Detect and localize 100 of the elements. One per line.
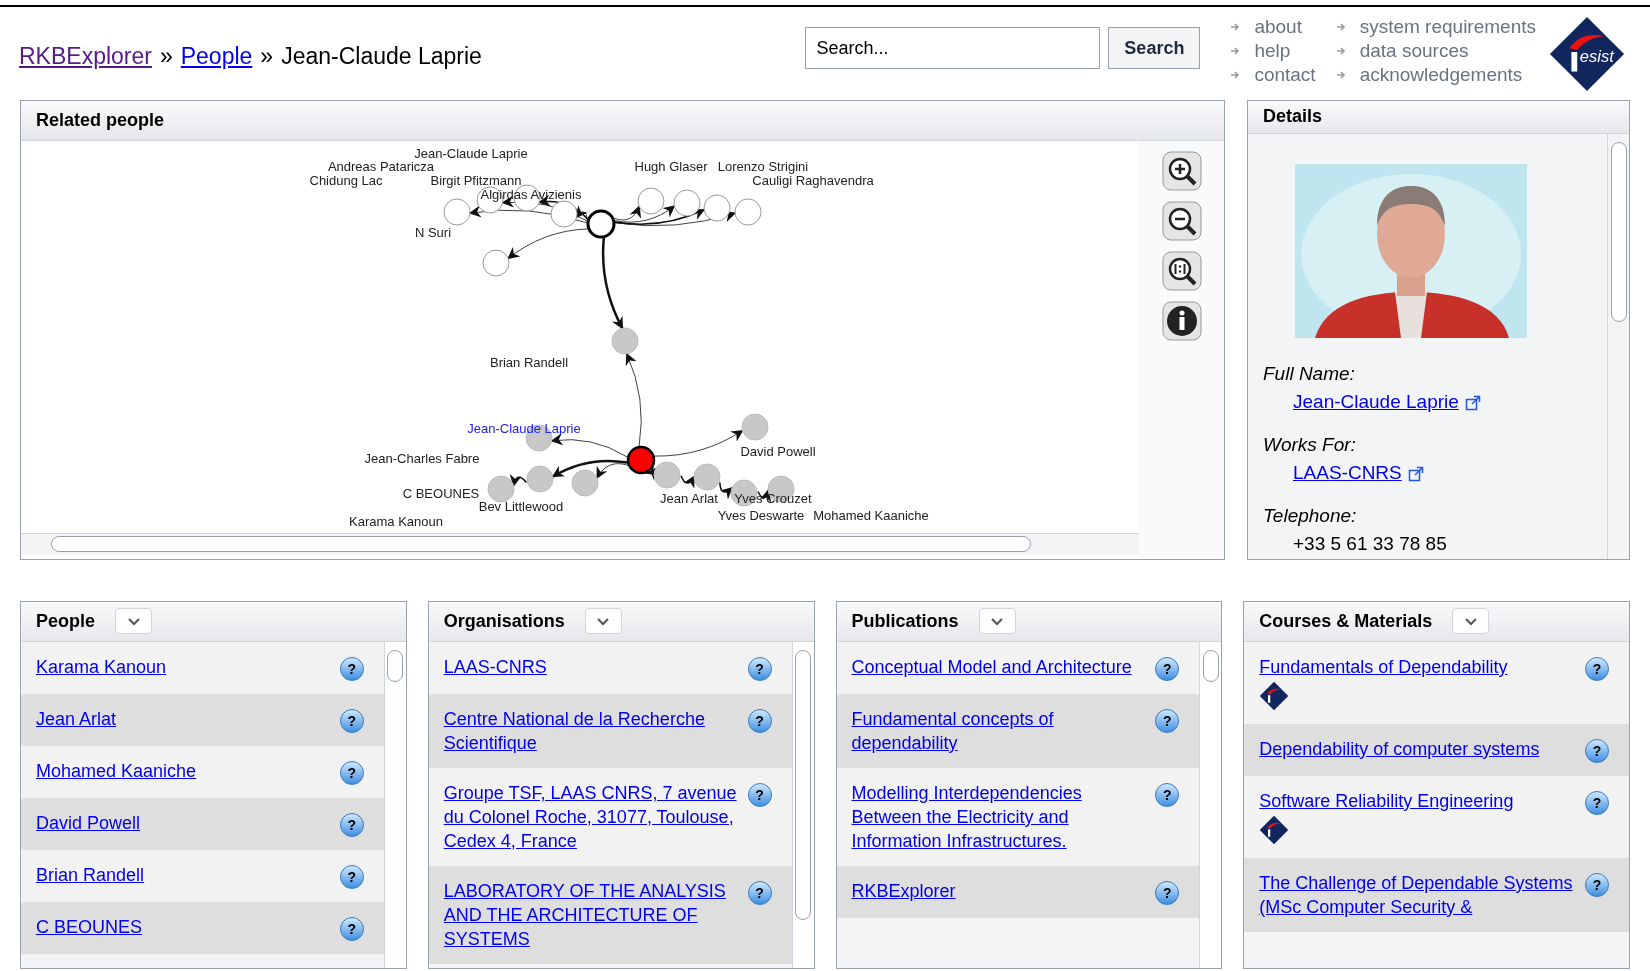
list-row[interactable]: Jean Arlat ?: [21, 693, 384, 746]
help-button[interactable]: ?: [1585, 738, 1609, 763]
help-button[interactable]: ?: [339, 812, 364, 837]
help-button[interactable]: ?: [1155, 880, 1180, 905]
graph-node[interactable]: [703, 194, 731, 222]
zoom-out-icon[interactable]: [1161, 200, 1202, 241]
list-row[interactable]: Karama Kanoun ?: [21, 641, 384, 694]
list-row[interactable]: Groupe TSF, LAAS CNRS, 7 avenue du Colonel Roche, 31077, Toulouse, Cedex 4, France ?: [428, 767, 792, 866]
list-link[interactable]: Karama Kanoun: [36, 654, 340, 679]
list-row[interactable]: Conceptual Model and Architecture ?: [836, 641, 1200, 694]
nav-link[interactable]: system requirements: [1359, 15, 1536, 39]
node-label[interactable]: Bev Littlewood: [478, 498, 564, 514]
node-label[interactable]: Andreas Pataricza: [327, 158, 435, 174]
zoom-in-icon[interactable]: [1161, 150, 1202, 191]
node-label[interactable]: Jean-Claude Laprie: [467, 420, 581, 436]
search-field[interactable]: Search...: [805, 27, 1101, 69]
nav-link[interactable]: help: [1254, 39, 1291, 63]
help-button[interactable]: ?: [1585, 790, 1609, 815]
external-link-icon[interactable]: [1464, 394, 1481, 411]
help-button[interactable]: ?: [747, 656, 772, 681]
list-link[interactable]: Jean Arlat: [36, 706, 340, 731]
list-link[interactable]: LAAS-CNRS: [443, 654, 748, 679]
graph-node[interactable]: [626, 445, 656, 475]
breadcrumb-link[interactable]: RKBExplorer: [19, 39, 152, 74]
graph-node[interactable]: [586, 209, 616, 239]
detail-link[interactable]: LAAS-CNRS: [1293, 459, 1402, 488]
help-button[interactable]: ?: [747, 708, 772, 733]
help-button[interactable]: ?: [339, 916, 364, 941]
help-button[interactable]: ?: [339, 708, 364, 733]
node-label[interactable]: Algirdas Avizienis: [480, 186, 582, 202]
graph-node[interactable]: [637, 187, 665, 215]
list-link[interactable]: Software Reliability Engineering: [1259, 788, 1585, 813]
node-label[interactable]: David Powell: [740, 443, 816, 459]
node-label[interactable]: Jean-Claude Laprie: [414, 145, 528, 161]
vertical-scrollbar[interactable]: [791, 641, 814, 968]
help-button[interactable]: ?: [1155, 656, 1180, 681]
graph-node[interactable]: [550, 200, 578, 228]
external-link-icon[interactable]: [1407, 465, 1424, 482]
vertical-scrollbar[interactable]: [1199, 641, 1222, 968]
node-label[interactable]: Brian Randell: [490, 354, 568, 370]
detail-link[interactable]: Jean-Claude Laprie: [1293, 388, 1459, 417]
graph-node[interactable]: [693, 463, 721, 491]
dropdown-button[interactable]: [978, 608, 1016, 635]
nav-link[interactable]: acknowledgements: [1359, 63, 1523, 87]
breadcrumb-link[interactable]: People: [180, 39, 253, 74]
list-link[interactable]: Mohamed Kaaniche: [36, 758, 340, 783]
help-button[interactable]: ?: [339, 864, 364, 889]
list-link[interactable]: Brian Randell: [36, 862, 340, 887]
vertical-scrollbar[interactable]: [1607, 133, 1629, 559]
node-label[interactable]: Chidung Lac: [309, 172, 383, 188]
dropdown-button[interactable]: [584, 608, 622, 635]
node-label[interactable]: N Suri: [414, 224, 452, 240]
nav-link[interactable]: about: [1254, 15, 1302, 39]
node-label[interactable]: Hugh Glaser: [634, 158, 708, 174]
list-row[interactable]: LAAS-CNRS ?: [428, 641, 792, 694]
help-button[interactable]: ?: [339, 760, 364, 785]
help-button[interactable]: ?: [747, 782, 772, 807]
list-link[interactable]: Dependability of computer systems: [1259, 736, 1585, 761]
info-icon[interactable]: [1161, 300, 1202, 341]
node-label[interactable]: Yves Deswarte: [717, 507, 805, 523]
list-row[interactable]: RKBExplorer ?: [836, 865, 1200, 918]
help-button[interactable]: ?: [1585, 872, 1609, 897]
list-link[interactable]: Groupe TSF, LAAS CNRS, 7 avenue du Colonel Roche, 31077, Toulouse, Cedex 4, France: [443, 780, 748, 853]
help-button[interactable]: ?: [1155, 708, 1180, 733]
list-row[interactable]: LABORATORY OF THE ANALYSIS AND THE ARCHITECTURE OF SYSTEMS ?: [428, 865, 792, 964]
graph-node[interactable]: [571, 469, 599, 497]
horizontal-scrollbar[interactable]: [21, 532, 1139, 555]
node-label[interactable]: C BEOUNES: [402, 485, 480, 501]
node-label[interactable]: Jean-Charles Fabre: [364, 450, 480, 466]
graph-node[interactable]: [487, 475, 515, 503]
graph-node[interactable]: [526, 465, 554, 493]
list-row[interactable]: Software Reliability Engineering ?: [1244, 775, 1629, 858]
node-label[interactable]: Jean Arlat: [660, 490, 718, 506]
node-label[interactable]: Karama Kanoun: [349, 513, 443, 529]
list-row[interactable]: Dependability of computer systems ?: [1244, 723, 1629, 776]
help-button[interactable]: ?: [1585, 656, 1609, 681]
graph-node[interactable]: [611, 327, 639, 355]
list-link[interactable]: Centre National de la Recherche Scientifique: [443, 706, 748, 755]
list-link[interactable]: C BEOUNES: [36, 914, 340, 939]
graph-node[interactable]: [443, 198, 471, 226]
list-link[interactable]: RKBExplorer: [851, 878, 1156, 903]
graph-node[interactable]: [482, 249, 510, 277]
dropdown-button[interactable]: [1452, 608, 1490, 635]
list-link[interactable]: The Challenge of Dependable Systems (MSc Computer Security &: [1259, 870, 1585, 919]
nav-link[interactable]: data sources: [1359, 39, 1469, 63]
list-link[interactable]: David Powell: [36, 810, 340, 835]
graph-node[interactable]: [673, 189, 701, 217]
list-link[interactable]: Fundamentals of Dependability: [1259, 654, 1585, 679]
help-button[interactable]: ?: [1155, 782, 1180, 807]
list-row[interactable]: C BEOUNES ?: [21, 901, 384, 954]
list-row[interactable]: Mohamed Kaaniche ?: [21, 745, 384, 798]
list-row[interactable]: Fundamentals of Dependability ?: [1244, 641, 1629, 724]
dropdown-button[interactable]: [115, 608, 153, 635]
list-link[interactable]: Conceptual Model and Architecture: [851, 654, 1156, 679]
graph-node[interactable]: [741, 413, 769, 441]
list-row[interactable]: David Powell ?: [21, 797, 384, 850]
vertical-scrollbar[interactable]: [383, 641, 406, 968]
zoom-reset-icon[interactable]: [1161, 250, 1202, 291]
list-link[interactable]: Fundamental concepts of dependability: [851, 706, 1156, 755]
list-row[interactable]: Centre National de la Recherche Scientifique ?: [428, 693, 792, 768]
